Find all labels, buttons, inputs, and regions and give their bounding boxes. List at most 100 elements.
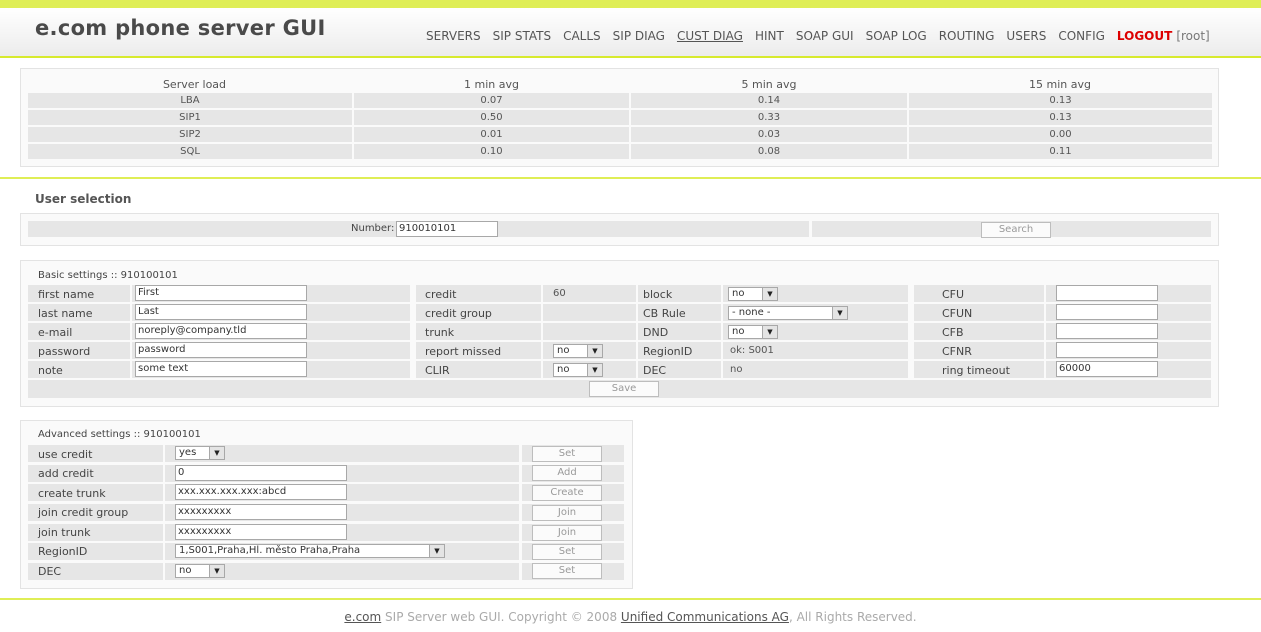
table-cell: 0.33 <box>631 110 907 125</box>
cfb-input[interactable] <box>1056 323 1158 339</box>
nav-logout[interactable]: LOGOUT <box>1117 29 1172 43</box>
nav-sip-stats[interactable]: SIP STATS <box>493 29 551 43</box>
join-credit-group-button[interactable]: Join <box>532 505 602 521</box>
advanced-region-id-label: RegionID <box>38 545 88 558</box>
cb-rule-select[interactable]: - none - ▼ <box>728 306 848 320</box>
nav-users[interactable]: USERS <box>1006 29 1046 43</box>
footer-company-link[interactable]: Unified Communications AG <box>621 610 789 624</box>
dec-select[interactable]: no ▼ <box>175 564 225 578</box>
table-cell: 0.08 <box>631 144 907 159</box>
dnd-label: DND <box>643 326 669 339</box>
ring-timeout-input[interactable]: 60000 <box>1056 361 1158 377</box>
create-trunk-button[interactable]: Create <box>532 485 602 501</box>
block-label: block <box>643 288 673 301</box>
last-name-input[interactable]: Last <box>135 304 307 320</box>
col-separator <box>410 285 416 378</box>
use-credit-select[interactable]: yes ▼ <box>175 446 225 460</box>
search-button[interactable]: Search <box>981 222 1051 238</box>
table-cell: 0.10 <box>354 144 629 159</box>
credit-group-label: credit group <box>425 307 492 320</box>
cfu-label: CFU <box>942 288 965 301</box>
col-separator <box>541 285 543 378</box>
note-label: note <box>38 364 63 377</box>
cfu-input[interactable] <box>1056 285 1158 301</box>
add-credit-button[interactable]: Add <box>532 465 602 481</box>
cfnr-input[interactable] <box>1056 342 1158 358</box>
dnd-value: no <box>732 326 745 337</box>
table-row: LBA 0.07 0.14 0.13 <box>28 93 1212 108</box>
join-trunk-button[interactable]: Join <box>532 525 602 541</box>
nav-servers[interactable]: SERVERS <box>426 29 481 43</box>
server-load-rows: LBA 0.07 0.14 0.13 SIP1 0.50 0.33 0.13 S… <box>28 93 1212 159</box>
table-row: SQL 0.10 0.08 0.11 <box>28 144 1212 159</box>
table-cell: 0.14 <box>631 93 907 108</box>
nav-soap-gui[interactable]: SOAP GUI <box>796 29 854 43</box>
last-name-label: last name <box>38 307 93 320</box>
email-input[interactable]: noreply@company.tld <box>135 323 307 339</box>
table-cell: 0.50 <box>354 110 629 125</box>
nav-calls[interactable]: CALLS <box>563 29 601 43</box>
table-row: SIP1 0.50 0.33 0.13 <box>28 110 1212 125</box>
report-missed-value: no <box>557 345 570 356</box>
footer-rights: , All Rights Reserved. <box>788 610 917 624</box>
nav-soap-log[interactable]: SOAP LOG <box>866 29 927 43</box>
set-use-credit-button[interactable]: Set <box>532 446 602 462</box>
credit-value: 60 <box>553 288 566 299</box>
save-button[interactable]: Save <box>589 381 659 397</box>
col-separator <box>163 445 165 580</box>
col-separator <box>908 285 914 378</box>
region-id-select-value: 1,S001,Praha,Hl. město Praha,Praha <box>179 545 361 556</box>
clir-select[interactable]: no ▼ <box>553 363 603 377</box>
table-cell: 0.13 <box>909 110 1212 125</box>
cfun-label: CFUN <box>942 307 973 320</box>
first-name-label: first name <box>38 288 95 301</box>
table-cell: 0.13 <box>909 93 1212 108</box>
dnd-select[interactable]: no ▼ <box>728 325 778 339</box>
user-selection-title: User selection <box>35 192 132 206</box>
cfb-label: CFB <box>942 326 964 339</box>
block-select[interactable]: no ▼ <box>728 287 778 301</box>
load-header-5min: 5 min avg <box>741 78 797 91</box>
number-label: Number: <box>351 223 395 234</box>
section-divider <box>0 177 1261 179</box>
dec-value: no <box>730 364 743 375</box>
cfnr-label: CFNR <box>942 345 972 358</box>
number-input[interactable]: 910010101 <box>396 221 498 237</box>
table-cell: 0.03 <box>631 127 907 142</box>
nav-cust-diag[interactable]: CUST DIAG <box>677 29 743 43</box>
note-input[interactable]: some text <box>135 361 307 377</box>
footer-brand-link[interactable]: e.com <box>344 610 381 624</box>
chevron-down-icon: ▼ <box>587 364 602 376</box>
chevron-down-icon: ▼ <box>209 447 224 459</box>
add-credit-input[interactable]: 0 <box>175 465 347 481</box>
chevron-down-icon: ▼ <box>429 545 444 557</box>
cfun-input[interactable] <box>1056 304 1158 320</box>
trunk-label: trunk <box>425 326 455 339</box>
main-nav: SERVERS SIP STATS CALLS SIP DIAG CUST DI… <box>426 29 1222 43</box>
footer-text: SIP Server web GUI. Copyright © 2008 <box>381 610 621 624</box>
nav-sip-diag[interactable]: SIP DIAG <box>613 29 665 43</box>
ring-timeout-label: ring timeout <box>942 364 1010 377</box>
join-credit-group-input[interactable]: xxxxxxxxx <box>175 504 347 520</box>
table-cell: 0.11 <box>909 144 1212 159</box>
top-accent-bar <box>0 0 1261 8</box>
nav-routing[interactable]: ROUTING <box>939 29 995 43</box>
set-dec-button[interactable]: Set <box>532 563 602 579</box>
nav-config[interactable]: CONFIG <box>1058 29 1105 43</box>
clir-value: no <box>557 364 570 375</box>
password-input[interactable]: password <box>135 342 307 358</box>
clir-label: CLIR <box>425 364 450 377</box>
cb-rule-value: - none - <box>732 307 771 318</box>
load-header-15min: 15 min avg <box>1029 78 1091 91</box>
join-trunk-input[interactable]: xxxxxxxxx <box>175 524 347 540</box>
set-region-id-button[interactable]: Set <box>532 544 602 560</box>
add-credit-label: add credit <box>38 467 94 480</box>
create-trunk-input[interactable]: xxx.xxx.xxx.xxx:abcd <box>175 484 347 500</box>
first-name-input[interactable]: First <box>135 285 307 301</box>
advanced-settings-title: Advanced settings :: 910100101 <box>38 429 201 440</box>
report-missed-select[interactable]: no ▼ <box>553 344 603 358</box>
nav-hint[interactable]: HINT <box>755 29 784 43</box>
chevron-down-icon: ▼ <box>209 565 224 577</box>
region-id-select[interactable]: 1,S001,Praha,Hl. město Praha,Praha ▼ <box>175 544 445 558</box>
chevron-down-icon: ▼ <box>762 288 777 300</box>
